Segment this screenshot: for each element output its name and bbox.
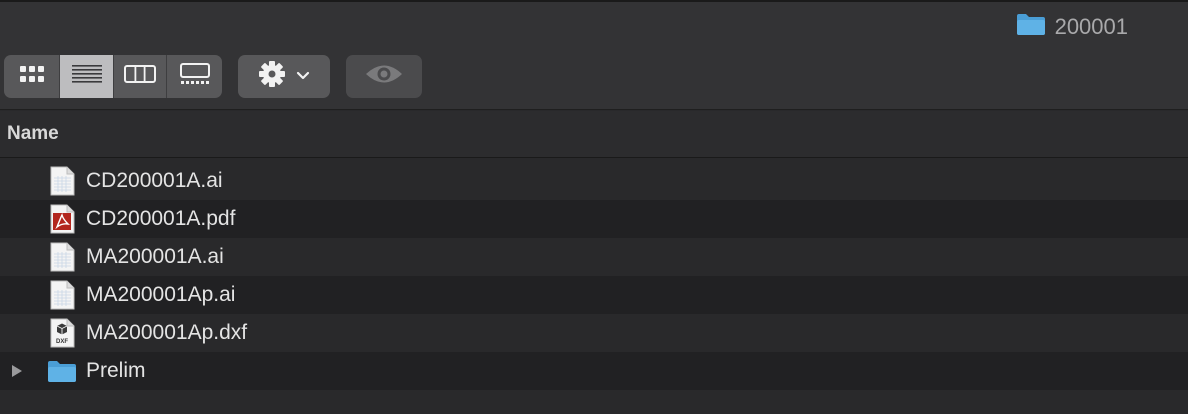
file-name: MA200001Ap.ai: [86, 283, 236, 306]
name-column-label: Name: [7, 123, 59, 144]
chevron-down-icon: [296, 68, 310, 86]
list-item[interactable]: DXF MA200001Ap.dxf: [0, 314, 1188, 352]
toolbar: 200001: [0, 0, 1188, 110]
grid-icon: [19, 64, 45, 89]
list-item[interactable]: MA200001A.ai: [0, 238, 1188, 276]
column-view-button[interactable]: [114, 55, 167, 98]
file-name: MA200001Ap.dxf: [86, 321, 248, 344]
columns-icon: [124, 64, 156, 89]
file-name: CD200001A.pdf: [86, 207, 236, 230]
window-title: 200001: [1016, 12, 1128, 42]
icon-view-button[interactable]: [4, 55, 60, 98]
list-item[interactable]: Prelim: [0, 352, 1188, 390]
dxf-icon: DXF: [47, 318, 77, 348]
view-mode-control: [4, 55, 222, 98]
document-icon: [47, 280, 77, 310]
list-view-button[interactable]: [60, 55, 114, 98]
finder-window: 200001 Name CD200001A.ai CD200001A.pdf M…: [0, 0, 1188, 414]
document-icon: [47, 242, 77, 272]
folder-icon: [1016, 12, 1046, 42]
gallery-view-button[interactable]: [167, 55, 222, 98]
document-icon: [47, 166, 77, 196]
action-menu-button[interactable]: [238, 55, 330, 98]
window-title-text: 200001: [1054, 14, 1128, 39]
list-item[interactable]: MA200001Ap.ai: [0, 276, 1188, 314]
file-name: Prelim: [86, 359, 146, 382]
name-column-header[interactable]: Name: [0, 111, 1188, 158]
dxf-icon-label: DXF: [56, 339, 68, 345]
file-name: CD200001A.ai: [86, 169, 223, 192]
quick-look-button[interactable]: [346, 55, 422, 98]
list-icon: [71, 64, 102, 89]
disclosure-triangle-icon[interactable]: [10, 364, 24, 378]
folder-icon: [47, 356, 77, 386]
gallery-icon: [179, 63, 210, 90]
file-list: CD200001A.ai CD200001A.pdf MA200001A.ai …: [0, 162, 1188, 390]
eye-icon: [365, 63, 403, 90]
pdf-icon: [47, 204, 77, 234]
gear-icon: [258, 60, 286, 93]
list-item[interactable]: CD200001A.pdf: [0, 200, 1188, 238]
list-item[interactable]: CD200001A.ai: [0, 162, 1188, 200]
file-name: MA200001A.ai: [86, 245, 224, 268]
